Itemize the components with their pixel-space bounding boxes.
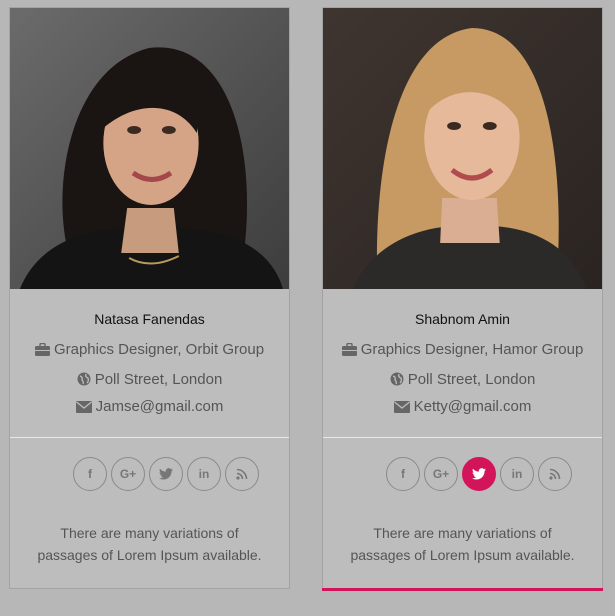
description-line: passages of Lorem Ipsum available.: [37, 547, 262, 563]
location-line: Poll Street, London: [323, 371, 602, 388]
description-line: passages of Lorem Ipsum available.: [350, 547, 575, 563]
active-card-indicator: [322, 588, 603, 591]
divider: [323, 437, 602, 438]
social-links: f G+ in: [73, 457, 259, 493]
email-text[interactable]: Ketty@gmail.com: [414, 398, 532, 415]
twitter-icon[interactable]: [149, 457, 183, 491]
rss-icon[interactable]: [538, 457, 572, 491]
rss-feed-icon: [236, 468, 248, 480]
facebook-icon[interactable]: f: [73, 457, 107, 491]
rss-feed-icon: [549, 468, 561, 480]
globe-icon: [390, 372, 404, 386]
google-plus-icon[interactable]: G+: [424, 457, 458, 491]
facebook-icon[interactable]: f: [386, 457, 420, 491]
profile-photo: [323, 8, 602, 289]
twitter-bird-icon: [472, 468, 486, 480]
google-plus-icon[interactable]: G+: [111, 457, 145, 491]
twitter-bird-icon: [159, 468, 173, 480]
location-text: Poll Street, London: [407, 371, 536, 388]
role-text: Graphics Designer, Hamor Group: [360, 341, 584, 358]
member-description: There are many variations of passages of…: [10, 522, 289, 566]
role-line: Graphics Designer, Hamor Group: [323, 341, 602, 358]
briefcase-icon: [341, 343, 357, 356]
role-line: Graphics Designer, Orbit Group: [10, 341, 289, 358]
member-name: Shabnom Amin: [415, 311, 510, 327]
email-text[interactable]: Jamse@gmail.com: [96, 398, 224, 415]
role-text: Graphics Designer, Orbit Group: [53, 341, 265, 358]
email-line[interactable]: Jamse@gmail.com: [10, 398, 289, 415]
social-links: f G+ in: [386, 457, 572, 493]
team-card: Shabnom Amin Graphics Designer, Hamor Gr…: [322, 7, 603, 591]
envelope-icon: [393, 401, 410, 413]
contact-info: Natasa Fanendas Graphics Designer, Orbit…: [10, 289, 289, 437]
email-line[interactable]: Ketty@gmail.com: [323, 398, 602, 415]
profile-photo: [10, 8, 289, 289]
location-line: Poll Street, London: [10, 371, 289, 388]
globe-icon: [77, 372, 91, 386]
member-description: There are many variations of passages of…: [323, 522, 602, 566]
description-line: There are many variations of: [60, 525, 239, 541]
divider: [10, 437, 289, 438]
member-name: Natasa Fanendas: [94, 311, 205, 327]
contact-info: Shabnom Amin Graphics Designer, Hamor Gr…: [323, 289, 602, 437]
briefcase-icon: [34, 343, 50, 356]
linkedin-icon[interactable]: in: [187, 457, 221, 491]
rss-icon[interactable]: [225, 457, 259, 491]
team-card: Natasa Fanendas Graphics Designer, Orbit…: [9, 7, 290, 589]
description-line: There are many variations of: [373, 525, 552, 541]
twitter-icon[interactable]: [462, 457, 496, 491]
envelope-icon: [75, 401, 92, 413]
location-text: Poll Street, London: [94, 371, 223, 388]
linkedin-icon[interactable]: in: [500, 457, 534, 491]
